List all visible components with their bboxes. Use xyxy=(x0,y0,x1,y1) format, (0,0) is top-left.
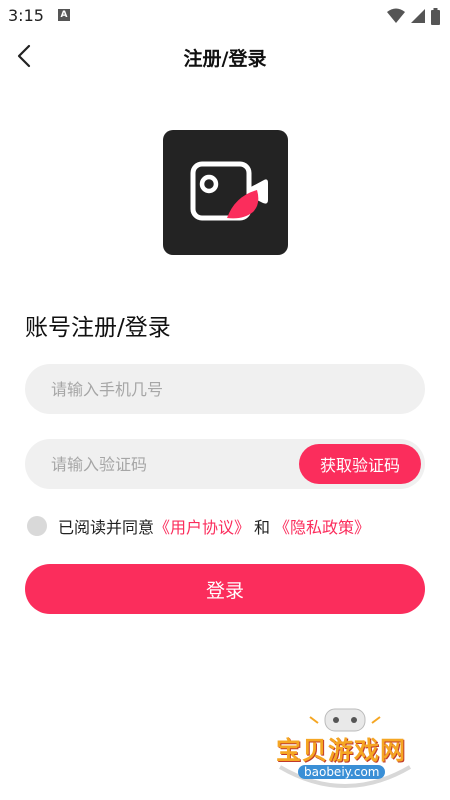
status-time: 3:15 xyxy=(8,6,44,25)
phone-field xyxy=(25,364,425,414)
login-button[interactable]: 登录 xyxy=(25,564,425,614)
agreement-and: 和 xyxy=(254,518,271,537)
page-title: 注册/登录 xyxy=(183,48,267,70)
section-title: 账号注册/登录 xyxy=(25,315,171,341)
watermark-logo: 宝贝游戏网 baobeiy.com xyxy=(270,705,420,795)
camera-app-icon xyxy=(190,161,268,221)
verification-code-input[interactable] xyxy=(25,439,285,489)
signal-icon xyxy=(411,9,425,23)
status-bar: 3:15 A xyxy=(0,0,450,32)
nav-bar: 注册/登录 xyxy=(0,36,450,76)
verification-code-field: 获取验证码 xyxy=(25,439,425,489)
privacy-policy-link[interactable]: 《隐私政策》 xyxy=(274,514,370,538)
battery-icon xyxy=(431,7,440,25)
watermark-name: 宝贝游戏网 xyxy=(276,736,407,765)
status-icons xyxy=(387,6,440,26)
notification-icon: A xyxy=(58,9,70,21)
app-logo xyxy=(163,130,288,255)
wifi-icon xyxy=(387,8,405,23)
get-code-button[interactable]: 获取验证码 xyxy=(299,444,421,484)
user-agreement-link[interactable]: 《用户协议》 xyxy=(154,514,250,538)
agree-checkbox[interactable] xyxy=(27,516,47,536)
phone-input[interactable] xyxy=(25,364,425,414)
agreement-prefix: 已阅读并同意 xyxy=(58,518,155,537)
agreement-row: 已阅读并同意 《用户协议》 和 《隐私政策》 xyxy=(27,514,370,538)
watermark-domain: baobeiy.com xyxy=(298,765,386,779)
